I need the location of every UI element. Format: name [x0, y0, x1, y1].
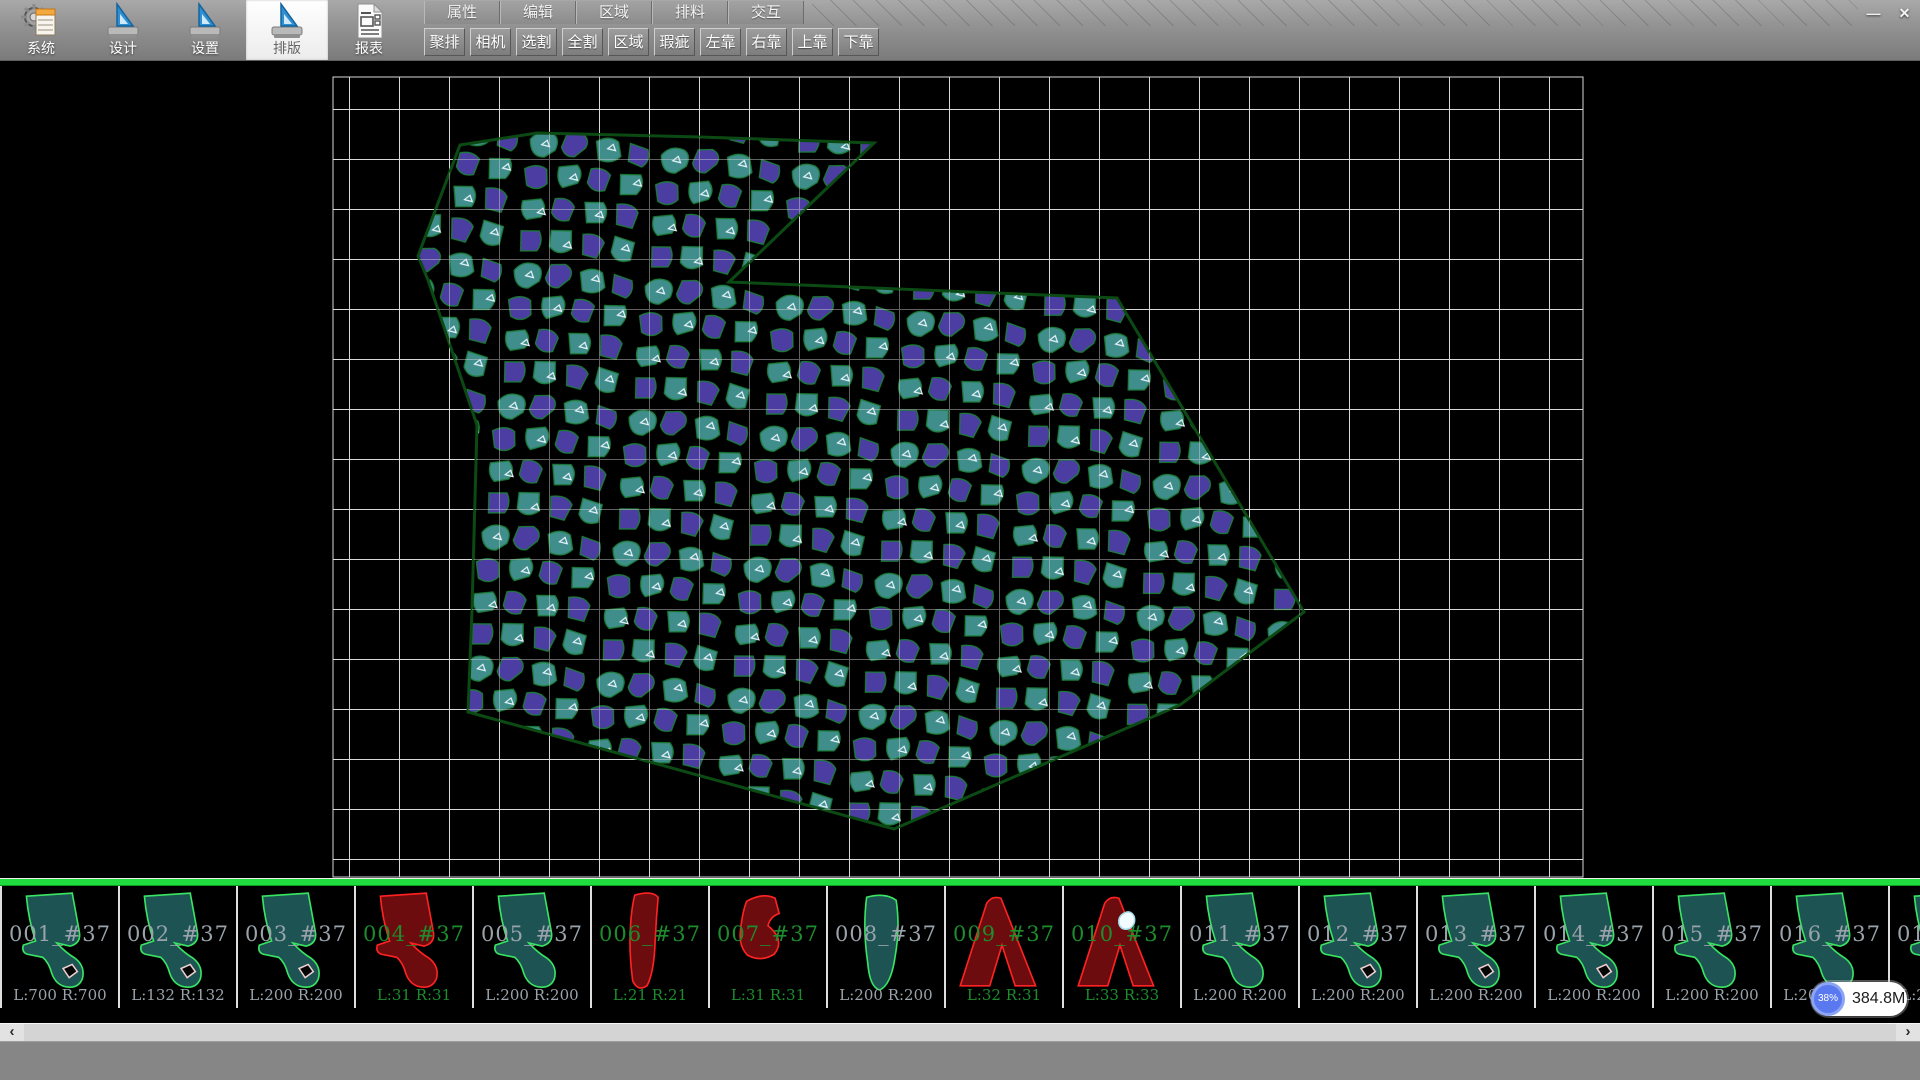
tool-button[interactable]: 全割: [562, 28, 603, 56]
menu-item[interactable]: 属性: [424, 1, 500, 24]
main-toolbar-label: 系统: [27, 41, 55, 56]
status-bar: [0, 1041, 1920, 1080]
part-label: 008_#37: [828, 922, 944, 946]
part-lr-count: L:31 R:31: [710, 986, 826, 1004]
part-thumbnail[interactable]: 002_#37 L:132 R:132: [120, 886, 238, 1008]
part-thumbnail[interactable]: 001_#37 L:700 R:700: [2, 886, 120, 1008]
close-button[interactable]: ✕: [1891, 2, 1918, 25]
nesting-canvas[interactable]: [0, 60, 1920, 878]
menu-item[interactable]: 交互: [728, 1, 804, 24]
part-label: 014_#37: [1536, 922, 1652, 946]
part-lr-count: L:700 R:700: [2, 986, 118, 1004]
part-thumbnail[interactable]: 011_#37 L:200 R:200: [1182, 886, 1300, 1008]
tool-row: 聚排 相机 选割 全割 区域 瑕疵 左靠 右靠 上靠 下靠: [424, 28, 884, 57]
main-toolbar-button[interactable]: 设计: [82, 0, 164, 60]
part-label: 012_#37: [1300, 922, 1416, 946]
memory-badge[interactable]: 38% 384.8M: [1812, 982, 1907, 1016]
part-lr-count: L:32 R:31: [946, 986, 1062, 1004]
part-label: 005_#37: [474, 922, 590, 946]
part-thumbnail[interactable]: 004_#37 L:31 R:31: [356, 886, 474, 1008]
scroll-right-arrow[interactable]: ›: [1896, 1024, 1920, 1041]
progress-circle: 38%: [1811, 982, 1845, 1016]
part-lr-count: L:200 R:200: [1182, 986, 1298, 1004]
part-thumbnail[interactable]: 003_#37 L:200 R:200: [238, 886, 356, 1008]
main-toolbar-label: 设计: [109, 41, 137, 56]
tool-button[interactable]: 右靠: [746, 28, 787, 56]
part-thumbnail[interactable]: 006_#37 L:21 R:21: [592, 886, 710, 1008]
strip-green-band: [0, 879, 1920, 886]
part-label: 015_#37: [1654, 922, 1770, 946]
part-lr-count: L:200 R:200: [828, 986, 944, 1004]
part-lr-count: L:31 R:31: [356, 986, 472, 1004]
tool-button[interactable]: 相机: [470, 28, 511, 56]
tool-button[interactable]: 选割: [516, 28, 557, 56]
horizontal-scrollbar[interactable]: ‹ ›: [0, 1023, 1920, 1041]
part-lr-count: L:200 R:200: [1418, 986, 1534, 1004]
menu-item[interactable]: 编辑: [500, 1, 576, 24]
part-label: 004_#37: [356, 922, 472, 946]
tool-button[interactable]: 区域: [608, 28, 649, 56]
part-thumbnail[interactable]: 013_#37 L:200 R:200: [1418, 886, 1536, 1008]
part-thumbnail[interactable]: 005_#37 L:200 R:200: [474, 886, 592, 1008]
part-lr-count: L:200 R:200: [1536, 986, 1652, 1004]
titlebar-texture: [812, 0, 1858, 26]
part-thumbnail[interactable]: 007_#37 L:31 R:31: [710, 886, 828, 1008]
tool-button[interactable]: 瑕疵: [654, 28, 695, 56]
part-label: 016_#37: [1772, 922, 1888, 946]
parts-strip: 001_#37 L:700 R:700 002_#37 L:132 R:132 …: [0, 886, 1920, 1008]
menu-item[interactable]: 排料: [652, 1, 728, 24]
top-toolbar: 系统 设计: [0, 0, 1920, 61]
part-lr-count: L:200 R:200: [1654, 986, 1770, 1004]
main-toolbar-button[interactable]: 系统: [0, 0, 82, 60]
tool-button[interactable]: 上靠: [792, 28, 833, 56]
set-square-icon: [185, 1, 225, 41]
tool-button[interactable]: 下靠: [838, 28, 879, 56]
part-thumbnail[interactable]: 009_#37 L:32 R:31: [946, 886, 1064, 1008]
scroll-left-arrow[interactable]: ‹: [0, 1024, 24, 1041]
set-square-icon: [103, 1, 143, 41]
minimize-button[interactable]: —: [1860, 2, 1887, 25]
main-toolbar: 系统 设计: [0, 0, 410, 60]
memory-value: 384.8M: [1852, 990, 1905, 1008]
part-label: 010_#37: [1064, 922, 1180, 946]
part-lr-count: L:33 R:33: [1064, 986, 1180, 1004]
part-thumbnail[interactable]: 015_#37 L:200 R:200: [1654, 886, 1772, 1008]
part-thumbnail[interactable]: 014_#37 L:200 R:200: [1536, 886, 1654, 1008]
tool-button[interactable]: 聚排: [424, 28, 465, 56]
part-lr-count: L:200 R:200: [238, 986, 354, 1004]
part-lr-count: L:200 R:200: [1300, 986, 1416, 1004]
part-label: 002_#37: [120, 922, 236, 946]
menu-bar: 属性 编辑 区域 排料 交互: [424, 1, 804, 25]
part-label: 017_#37: [1890, 922, 1920, 946]
main-toolbar-label: 设置: [191, 41, 219, 56]
report-doc-icon: [349, 1, 389, 41]
part-label: 009_#37: [946, 922, 1062, 946]
part-lr-count: L:21 R:21: [592, 986, 708, 1004]
main-toolbar-button[interactable]: 报表: [328, 0, 410, 60]
canvas-drawing: [0, 60, 1920, 878]
tool-button[interactable]: 左靠: [700, 28, 741, 56]
part-label: 007_#37: [710, 922, 826, 946]
part-lr-count: L:200 R:200: [474, 986, 590, 1004]
part-label: 001_#37: [2, 922, 118, 946]
part-label: 013_#37: [1418, 922, 1534, 946]
main-toolbar-label: 报表: [355, 41, 383, 56]
part-thumbnail[interactable]: 008_#37 L:200 R:200: [828, 886, 946, 1008]
menu-item[interactable]: 区域: [576, 1, 652, 24]
window-controls: — ✕: [1860, 2, 1918, 25]
part-label: 006_#37: [592, 922, 708, 946]
part-label: 003_#37: [238, 922, 354, 946]
main-toolbar-button[interactable]: 设置: [164, 0, 246, 60]
main-toolbar-button[interactable]: 排版: [246, 0, 328, 60]
part-thumbnail[interactable]: 010_#37 L:33 R:33: [1064, 886, 1182, 1008]
main-toolbar-label: 排版: [273, 41, 301, 56]
part-label: 011_#37: [1182, 922, 1298, 946]
part-lr-count: L:132 R:132: [120, 986, 236, 1004]
set-square-icon: [267, 1, 307, 41]
gear-doc-icon: [21, 1, 61, 41]
part-thumbnail[interactable]: 012_#37 L:200 R:200: [1300, 886, 1418, 1008]
